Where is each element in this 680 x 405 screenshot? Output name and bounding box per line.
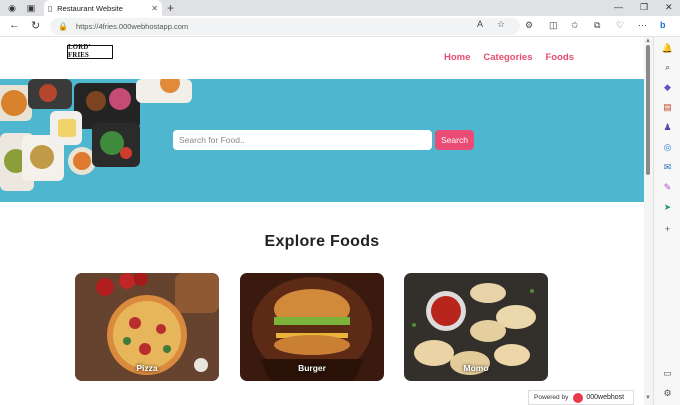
site-logo[interactable]: LORD’ FRIES xyxy=(67,44,113,59)
site-header: LORD’ FRIES Home Categories Foods xyxy=(0,37,644,79)
powered-by-badge[interactable]: Powered by 000webhost xyxy=(528,390,634,405)
games-icon[interactable]: ♟ xyxy=(661,121,674,134)
web-page: LORD’ FRIES Home Categories Foods Search… xyxy=(0,37,644,405)
collections-icon[interactable]: ⧉ xyxy=(594,20,600,31)
page-icon: ▯ xyxy=(48,3,53,13)
favorites-icon[interactable]: ✩ xyxy=(571,20,579,31)
browser-tabbar: ◉ ▣ ▯ Restaurant Website ✕ + — ❐ ✕ xyxy=(0,0,680,16)
scroll-up-icon[interactable]: ▲ xyxy=(645,38,651,44)
search-form: Search xyxy=(173,130,474,150)
tools-icon[interactable]: ▤ xyxy=(661,101,674,114)
category-label-momo: Momo xyxy=(463,363,489,373)
category-label-pizza: Pizza xyxy=(136,363,158,373)
page-scrollbar[interactable]: ▲ ▼ xyxy=(644,37,653,405)
refresh-button[interactable]: ↻ xyxy=(31,19,40,32)
edge-sidebar: 🔔 ⌕ ◆ ▤ ♟ ◎ ✉ ✎ ➤ + ▭ ⚙ xyxy=(653,37,680,405)
close-window-button[interactable]: ✕ xyxy=(665,2,673,13)
nav-foods-link[interactable]: Foods xyxy=(546,52,575,63)
add-sidebar-app-icon[interactable]: + xyxy=(661,223,674,236)
logo-text: LORD’ FRIES xyxy=(68,44,91,59)
category-card-momo[interactable]: Momo xyxy=(404,273,548,381)
browser-toolbar: ← ↻ 🔒 https://4fries.000webhostapp.com A… xyxy=(0,16,680,37)
designer-icon[interactable]: ✎ xyxy=(661,181,674,194)
copilot-icon[interactable]: b xyxy=(660,20,666,30)
tab-actions-icon[interactable]: ▣ xyxy=(24,2,38,14)
sidebar-layout-icon[interactable]: ▭ xyxy=(661,367,674,380)
host-name: 000webhost xyxy=(586,394,625,401)
category-card-burger[interactable]: Burger xyxy=(240,273,384,381)
search-button[interactable]: Search xyxy=(435,130,474,150)
maximize-button[interactable]: ❐ xyxy=(640,2,648,13)
scroll-down-icon[interactable]: ▼ xyxy=(645,395,651,401)
drop-icon[interactable]: ➤ xyxy=(661,201,674,214)
host-logo-icon xyxy=(573,392,584,403)
split-screen-icon[interactable]: ◫ xyxy=(549,20,558,31)
outlook-icon[interactable]: ✉ xyxy=(661,161,674,174)
favorite-star-icon[interactable]: ☆ xyxy=(497,19,505,30)
new-tab-button[interactable]: + xyxy=(167,1,174,15)
category-label-burger: Burger xyxy=(298,363,326,373)
shopping-tag-icon[interactable]: ◆ xyxy=(661,81,674,94)
notifications-icon[interactable]: 🔔 xyxy=(661,42,674,55)
search-icon[interactable]: ⌕ xyxy=(661,61,674,74)
site-menu: Home Categories Foods xyxy=(444,52,574,63)
browser-tab-active[interactable]: ▯ Restaurant Website ✕ xyxy=(44,0,162,16)
hero-banner: Search xyxy=(0,79,644,202)
nav-categories-link[interactable]: Categories xyxy=(483,52,532,63)
extensions-icon[interactable]: ⚙ xyxy=(525,20,533,31)
tab-close-icon[interactable]: ✕ xyxy=(151,4,158,13)
address-url: https://4fries.000webhostapp.com xyxy=(75,22,189,31)
section-title: Explore Foods xyxy=(264,233,380,250)
powered-by-text: Powered by xyxy=(534,394,569,401)
minimize-button[interactable]: — xyxy=(614,2,623,12)
lock-icon: 🔒 xyxy=(58,22,68,31)
read-aloud-icon[interactable]: A xyxy=(477,19,483,29)
category-card-pizza[interactable]: Pizza xyxy=(75,273,219,381)
nav-home-link[interactable]: Home xyxy=(444,52,470,63)
scroll-thumb[interactable] xyxy=(646,45,650,175)
office-icon[interactable]: ◎ xyxy=(661,141,674,154)
browser-essentials-icon[interactable]: ♡ xyxy=(616,20,624,31)
more-menu-icon[interactable]: ⋯ xyxy=(638,20,647,31)
sidebar-settings-icon[interactable]: ⚙ xyxy=(661,387,674,400)
food-search-input[interactable] xyxy=(173,130,432,150)
tab-title: Restaurant Website xyxy=(57,3,123,13)
address-bar[interactable]: 🔒 https://4fries.000webhostapp.com xyxy=(50,18,520,35)
back-button[interactable]: ← xyxy=(9,19,20,31)
profile-avatar-icon[interactable]: ◉ xyxy=(5,2,19,14)
